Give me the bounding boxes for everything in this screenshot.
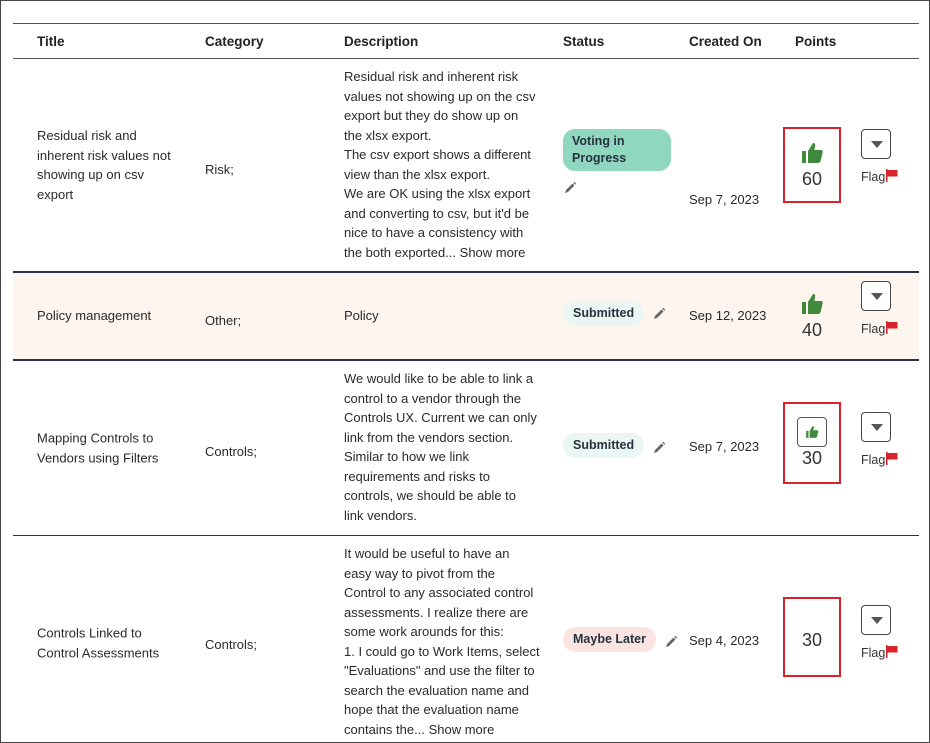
row-category: Other; bbox=[205, 313, 242, 328]
header-title[interactable]: Title bbox=[37, 34, 65, 49]
row-status: Submitted bbox=[563, 433, 666, 458]
row-actions: Flag bbox=[861, 129, 911, 184]
red-flag-icon bbox=[886, 452, 898, 465]
chevron-down-icon[interactable] bbox=[861, 412, 891, 442]
points-vote-box[interactable]: 60 bbox=[783, 127, 841, 203]
row-category: Controls; bbox=[205, 637, 258, 652]
pencil-icon[interactable] bbox=[563, 181, 577, 195]
points-count: 30 bbox=[801, 630, 823, 650]
table-row: Mapping Controls to Vendors using Filter… bbox=[13, 361, 919, 536]
table-row: Policy management Other; Policy Submitte… bbox=[13, 273, 919, 361]
row-actions: Flag bbox=[861, 605, 911, 660]
row-status: Maybe Later bbox=[563, 627, 678, 652]
thumbs-up-icon[interactable] bbox=[800, 292, 824, 316]
row-actions: Flag bbox=[861, 412, 911, 467]
row-title[interactable]: Controls Linked to Control Assessments bbox=[37, 624, 187, 663]
pencil-icon[interactable] bbox=[664, 635, 678, 649]
row-status: Submitted bbox=[563, 301, 666, 326]
row-actions: Flag bbox=[861, 281, 911, 336]
row-title[interactable]: Residual risk and inherent risk values n… bbox=[37, 126, 187, 204]
red-flag-icon bbox=[886, 645, 898, 658]
table-row: Residual risk and inherent risk values n… bbox=[13, 59, 919, 273]
row-title[interactable]: Mapping Controls to Vendors using Filter… bbox=[37, 429, 187, 468]
header-category[interactable]: Category bbox=[205, 34, 264, 49]
show-more-link[interactable]: Show more bbox=[429, 722, 495, 737]
row-category: Risk; bbox=[205, 162, 234, 177]
chevron-down-icon[interactable] bbox=[861, 129, 891, 159]
table-header: Title Category Description Status Create… bbox=[13, 23, 919, 59]
row-created-on: Sep 7, 2023 bbox=[689, 439, 760, 454]
ideas-table-panel: Title Category Description Status Create… bbox=[0, 0, 930, 743]
flag-button[interactable]: Flag bbox=[861, 645, 911, 660]
status-badge: Maybe Later bbox=[563, 627, 656, 652]
row-status: Voting in Progress bbox=[563, 129, 671, 197]
chevron-down-icon[interactable] bbox=[861, 281, 891, 311]
header-description[interactable]: Description bbox=[344, 34, 418, 49]
pencil-icon[interactable] bbox=[652, 441, 666, 455]
header-status[interactable]: Status bbox=[563, 34, 604, 49]
chevron-down-icon[interactable] bbox=[861, 605, 891, 635]
row-description: We would like to be able to link a contr… bbox=[344, 371, 537, 523]
vote-button[interactable] bbox=[797, 417, 827, 447]
thumbs-up-icon bbox=[806, 426, 819, 438]
points-vote-box[interactable]: 30 bbox=[783, 402, 841, 484]
red-flag-icon bbox=[886, 321, 898, 334]
points-vote-box[interactable]: 40 bbox=[783, 292, 841, 341]
thumbs-up-icon[interactable] bbox=[800, 141, 824, 165]
row-description: Policy bbox=[344, 308, 379, 323]
row-category: Controls; bbox=[205, 444, 258, 459]
status-badge: Submitted bbox=[563, 433, 645, 458]
points-count: 60 bbox=[801, 169, 823, 189]
flag-button[interactable]: Flag bbox=[861, 452, 911, 467]
header-points[interactable]: Points bbox=[795, 34, 836, 49]
row-description: It would be useful to have an easy way t… bbox=[344, 546, 540, 737]
status-badge: Submitted bbox=[563, 301, 645, 326]
ideas-table: Title Category Description Status Create… bbox=[13, 23, 919, 742]
row-description: Residual risk and inherent risk values n… bbox=[344, 69, 536, 260]
red-flag-icon bbox=[886, 169, 898, 182]
points-vote-box[interactable]: 30 bbox=[783, 597, 841, 677]
flag-button[interactable]: Flag bbox=[861, 169, 911, 184]
row-created-on: Sep 12, 2023 bbox=[689, 308, 767, 323]
row-created-on: Sep 7, 2023 bbox=[689, 192, 760, 207]
status-badge: Voting in Progress bbox=[563, 129, 671, 171]
flag-button[interactable]: Flag bbox=[861, 321, 911, 336]
show-more-link[interactable]: Show more bbox=[460, 245, 526, 260]
points-count: 30 bbox=[801, 448, 823, 468]
table-row: Controls Linked to Control Assessments C… bbox=[13, 536, 919, 742]
header-created-on[interactable]: Created On bbox=[689, 34, 762, 49]
row-title[interactable]: Policy management bbox=[37, 306, 187, 326]
points-count: 40 bbox=[801, 320, 823, 340]
pencil-icon[interactable] bbox=[652, 307, 666, 321]
row-created-on: Sep 4, 2023 bbox=[689, 633, 760, 648]
